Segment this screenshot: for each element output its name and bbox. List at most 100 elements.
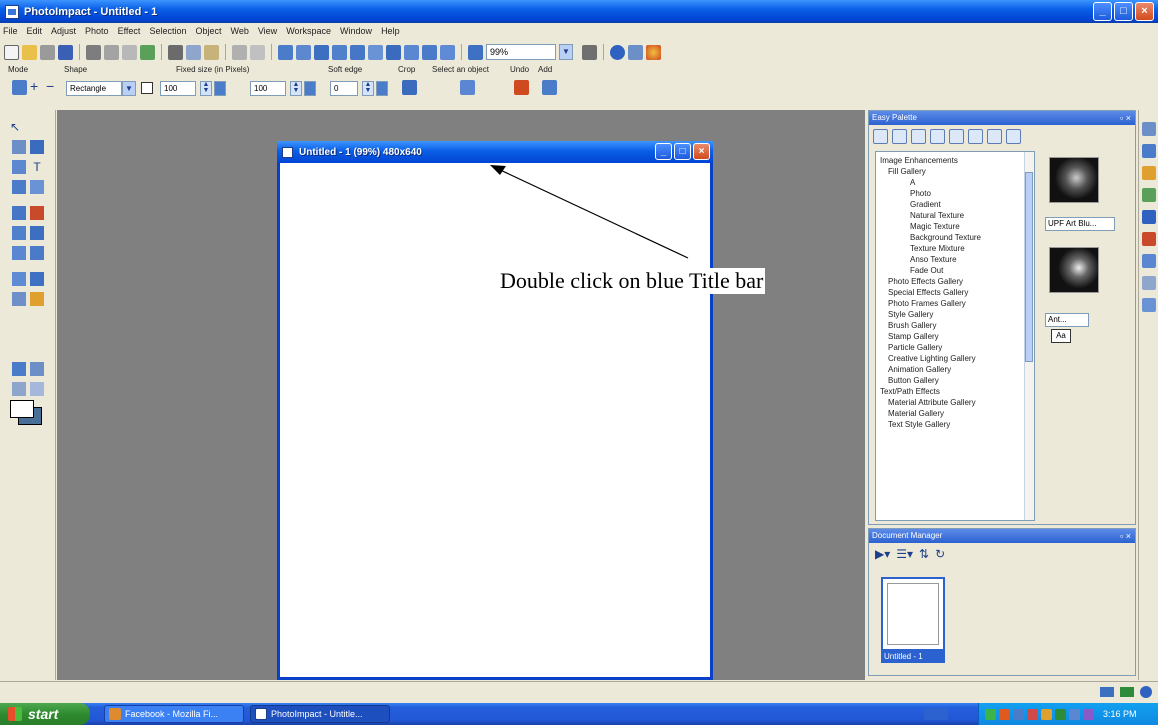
zoom-input[interactable]: 99% [486,44,556,60]
scan-icon[interactable] [40,44,55,60]
tips-icon[interactable] [628,44,643,60]
transform-tool-icon[interactable] [30,180,44,194]
tree-scrollbar[interactable] [1024,152,1034,520]
status-info-icon[interactable] [1140,686,1152,698]
tree-item[interactable]: Texture Mixture [910,244,965,253]
menu-object[interactable]: Object [195,26,221,36]
tree-item[interactable]: Button Gallery [888,376,939,385]
brush-icon[interactable] [468,44,483,60]
text-icon[interactable] [386,44,401,60]
mode-icon[interactable] [12,80,27,95]
gallery-tree[interactable]: Image Enhancements Fill Gallery A Photo … [875,151,1035,521]
add-to-gallery-icon[interactable] [911,128,926,144]
view-list-icon[interactable]: ☰▾ [896,547,913,561]
select-object-icon[interactable] [460,80,475,95]
help-icon[interactable] [610,44,625,60]
new-gallery-icon[interactable] [949,128,964,144]
info-panel-icon[interactable] [1142,210,1156,224]
play-icon[interactable]: ▶▾ [875,547,890,561]
tree-item[interactable]: Material Gallery [888,409,944,418]
lasso-tool-icon[interactable] [30,140,44,154]
quick-command-icon[interactable] [1142,166,1156,180]
easy-palette-toggle-icon[interactable] [1142,122,1156,136]
document-manager-header[interactable]: Document Manager ▫ × [869,529,1135,543]
menu-photo[interactable]: Photo [85,26,109,36]
tree-item[interactable]: Background Texture [910,233,981,242]
stamp-tool-icon[interactable] [30,246,44,260]
find-icon[interactable] [987,128,1002,144]
tray-icon[interactable] [999,708,1010,720]
frame-icon[interactable] [404,44,419,60]
selection-tool-icon[interactable] [12,140,26,154]
tree-item[interactable]: Fade Out [910,266,943,275]
menu-selection[interactable]: Selection [149,26,186,36]
enhance-icon[interactable] [296,44,311,60]
paint-tool-icon[interactable] [12,206,26,220]
eraser-tool-icon[interactable] [30,226,44,240]
tree-item[interactable]: Stamp Gallery [888,332,939,341]
shape-select[interactable]: Rectangle [66,81,122,96]
panel-options-icon[interactable]: ▫ × [1120,111,1131,125]
menu-view[interactable]: View [258,26,277,36]
document-window[interactable]: Untitled - 1 (99%) 480x640 _ □ × [277,141,713,680]
status-panel-icon[interactable] [1100,687,1114,697]
tree-item[interactable]: Gradient [910,200,941,209]
sort-icon[interactable]: ⇅ [919,547,929,561]
tree-item[interactable]: Particle Gallery [888,343,942,352]
copy-icon[interactable] [186,44,201,60]
foreground-color-swatch[interactable] [10,400,34,418]
tree-item[interactable]: Image Enhancements [880,156,958,165]
zoom-dropdown-icon[interactable]: ▼ [559,44,573,60]
online-icon[interactable] [646,44,661,60]
tree-item[interactable]: Text Style Gallery [888,420,950,429]
tree-item[interactable]: Brush Gallery [888,321,936,330]
fullscreen-mode-icon[interactable] [30,382,44,396]
document-icon[interactable] [282,146,293,158]
language-bar-icon[interactable] [924,708,948,720]
menu-workspace[interactable]: Workspace [286,26,331,36]
properties-icon[interactable] [1006,128,1021,144]
redo-icon[interactable] [250,44,265,60]
tree-item[interactable]: Photo Frames Gallery [888,299,966,308]
easy-palette-header[interactable]: Easy Palette ▫ × [869,111,1135,125]
tree-item[interactable]: Special Effects Gallery [888,288,968,297]
tree-item[interactable]: Magic Texture [910,222,960,231]
taskbar-item-photoimpact[interactable]: PhotoImpact - Untitle... [250,705,390,723]
open-icon[interactable] [22,44,37,60]
fill-tool-icon[interactable] [12,246,26,260]
tree-item[interactable]: Text/Path Effects [880,387,940,396]
dual-view-icon[interactable] [582,44,597,60]
doc-minimize-button[interactable]: _ [655,143,672,160]
mask-mode-icon[interactable] [30,362,44,376]
panel-options-icon[interactable]: ▫ × [1120,529,1131,543]
height-spinner[interactable]: ▲ ▼ [290,81,302,96]
bucket-tool-icon[interactable] [12,160,26,174]
tree-item[interactable]: Animation Gallery [888,365,951,374]
menu-adjust[interactable]: Adjust [51,26,76,36]
new-icon[interactable] [4,44,19,60]
tray-icon[interactable] [1027,708,1038,720]
tree-item[interactable]: Photo [910,189,931,198]
properties-panel-icon[interactable] [1142,298,1156,312]
width-spinner[interactable]: ▲ ▼ [200,81,212,96]
manage-gallery-icon[interactable] [968,128,983,144]
crop-tool-left-icon[interactable] [12,180,26,194]
capture-icon[interactable] [140,44,155,60]
app-title-bar[interactable]: PhotoImpact - Untitled - 1 _ □ × [0,0,1158,23]
tree-item[interactable]: Fill Gallery [888,167,926,176]
soft-edge-field[interactable]: 0 [330,81,358,96]
tray-icon[interactable] [985,708,996,720]
menu-file[interactable]: File [3,26,18,36]
preview-mode-icon[interactable] [12,382,26,396]
cut-icon[interactable] [168,44,183,60]
height-field[interactable]: 100 [250,81,286,96]
effects-icon[interactable] [332,44,347,60]
start-button[interactable]: start [0,703,90,725]
workspace[interactable]: Untitled - 1 (99%) 480x640 _ □ × [57,110,865,680]
gallery-thumbnail[interactable] [1049,247,1099,293]
crop-tool-icon[interactable] [402,80,417,95]
pick-tool-icon[interactable]: ↖ [8,120,22,134]
layer-manager-icon[interactable] [1142,144,1156,158]
path-tool-icon[interactable] [12,292,26,306]
minimize-button[interactable]: _ [1093,2,1112,21]
